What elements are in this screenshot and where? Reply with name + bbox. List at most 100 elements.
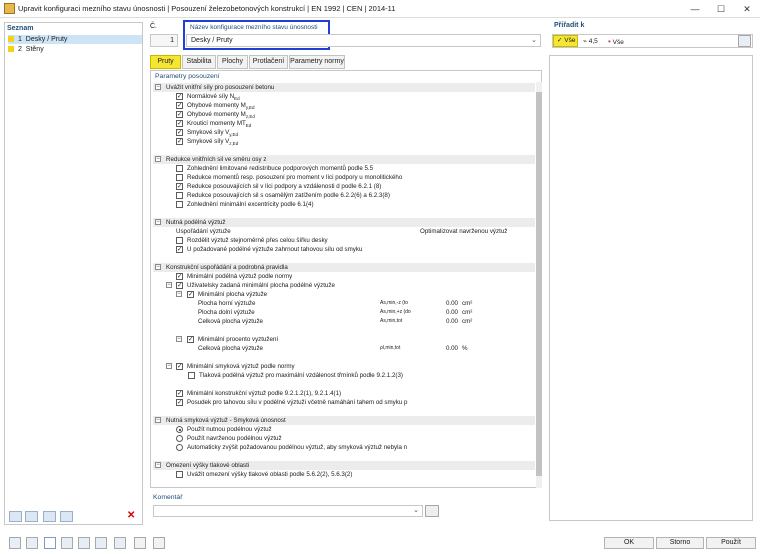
checkbox[interactable]: [176, 471, 183, 478]
comment-label: Komentář: [153, 494, 183, 501]
check-all-icon[interactable]: [43, 511, 56, 522]
checkbox[interactable]: [176, 237, 183, 244]
scrollbar-thumb[interactable]: [536, 92, 542, 476]
maximize-button[interactable]: ☐: [714, 2, 728, 16]
checkbox[interactable]: ✓: [176, 120, 183, 127]
radio[interactable]: [176, 426, 183, 433]
value-row: Plocha horní výztuže As,min,-z (to 0.00 cm²: [198, 299, 473, 308]
surface-all: • Vše: [608, 37, 624, 46]
collapse-icon[interactable]: −: [155, 462, 161, 468]
section-shear[interactable]: − Nutná smyková výztuž - Smyková únosnost: [153, 416, 535, 425]
number-format-icon[interactable]: [26, 537, 38, 549]
config-list-panel: Seznam 1 Desky / Pruty 2 Stěny: [4, 22, 143, 525]
collapse-icon[interactable]: −: [166, 363, 172, 369]
checkbox[interactable]: [188, 372, 195, 379]
comment-input[interactable]: ⌄: [153, 505, 423, 517]
tree-icon[interactable]: [61, 537, 73, 549]
value-field[interactable]: 0.00: [418, 308, 458, 317]
checkbox[interactable]: [176, 201, 183, 208]
app-icon: [4, 3, 15, 14]
tab-pruty[interactable]: Pruty: [150, 55, 181, 69]
section-reduction[interactable]: − Redukce vnitřních sil ve směru osy z: [153, 155, 535, 164]
select-objects-icon[interactable]: [738, 35, 751, 47]
value-field[interactable]: 0.00: [418, 299, 458, 308]
member-count: ⌁ 4,5: [583, 38, 598, 45]
checkbox[interactable]: ✓: [176, 390, 183, 397]
checkbox[interactable]: ✓: [176, 129, 183, 136]
applied-all-button[interactable]: ✓ Vše: [553, 35, 578, 47]
preview-panel: [549, 55, 753, 521]
close-button[interactable]: ✕: [740, 2, 754, 16]
cancel-button[interactable]: Storno: [656, 537, 704, 549]
checkbox[interactable]: ✓: [176, 282, 183, 289]
title-bar: Upravit konfiguraci mezního stavu únosno…: [0, 0, 760, 18]
checkbox[interactable]: ✓: [176, 93, 183, 100]
chevron-down-icon: ⌄: [413, 507, 419, 514]
formula-icon[interactable]: [153, 537, 165, 549]
checkbox[interactable]: [176, 174, 183, 181]
checkbox[interactable]: ✓: [176, 111, 183, 118]
ok-button[interactable]: OK: [604, 537, 654, 549]
tab-plochy[interactable]: Plochy: [217, 55, 248, 69]
radio[interactable]: [176, 435, 183, 442]
section-compression-zone[interactable]: − Omezení výšky tlakové oblasti: [153, 461, 535, 470]
minimize-button[interactable]: —: [688, 2, 702, 16]
checkbox[interactable]: ✓: [176, 399, 183, 406]
tab-stabilita[interactable]: Stabilita: [182, 55, 216, 69]
list-item[interactable]: 2 Stěny: [8, 45, 142, 54]
print-icon[interactable]: [114, 537, 126, 549]
checkbox[interactable]: ✓: [187, 336, 194, 343]
name-input[interactable]: Desky / Pruty ⌄: [186, 34, 541, 47]
no-field[interactable]: 1: [150, 34, 178, 47]
collapse-icon[interactable]: −: [176, 291, 182, 297]
list-item[interactable]: 1 Desky / Pruty: [8, 35, 142, 44]
collapse-icon[interactable]: −: [155, 264, 161, 270]
section-forces[interactable]: − Uvážit vnitřní síly pro posouzení beton…: [153, 83, 535, 92]
collapse-icon[interactable]: −: [176, 336, 182, 342]
color-swatch: [8, 36, 14, 42]
collapse-icon[interactable]: −: [166, 282, 172, 288]
radio[interactable]: [176, 444, 183, 451]
checkbox[interactable]: ✓: [176, 102, 183, 109]
checkbox[interactable]: ✓: [176, 363, 183, 370]
help-icon[interactable]: [9, 537, 21, 549]
checkbox[interactable]: ✓: [176, 183, 183, 190]
col-header-arrangement: Uspořádání výztuže: [176, 228, 231, 235]
value-row: Plocha dolní výztuže As,min,+z (do 0.00 cm²: [198, 308, 473, 317]
section-detailing[interactable]: − Konstrukční uspořádání a podrobná pravi…: [153, 263, 535, 272]
value-field[interactable]: 0.00: [418, 317, 458, 326]
col-header-optimize: Optimalizovat navrženou výztuž: [420, 228, 508, 235]
apply-button[interactable]: Použít: [706, 537, 756, 549]
comment-edit-icon[interactable]: [425, 505, 439, 517]
value-row: Celková plocha výztuže As,min,tot 0.00 cm²: [198, 317, 473, 326]
new-item-icon[interactable]: [9, 511, 22, 522]
collapse-icon[interactable]: −: [155, 84, 161, 90]
view-icon[interactable]: [95, 537, 107, 549]
list-header: Seznam: [7, 25, 34, 32]
reset-icon[interactable]: [134, 537, 146, 549]
applied-label: Přiřadit k: [554, 22, 585, 29]
name-label: Název konfigurace mezního stavu únosnost…: [190, 24, 318, 31]
tab-parametry-normy[interactable]: Parametry normy: [289, 55, 345, 69]
checkbox[interactable]: [176, 165, 183, 172]
checkbox[interactable]: ✓: [187, 291, 194, 298]
collapse-icon[interactable]: −: [155, 156, 161, 162]
chevron-down-icon: ⌄: [531, 37, 537, 44]
collapse-icon[interactable]: −: [155, 417, 161, 423]
collapse-icon[interactable]: −: [155, 219, 161, 225]
delete-icon[interactable]: ✕: [127, 511, 137, 521]
value-row: Celková plocha výztuže ρl,min,tot 0.00%: [198, 344, 468, 353]
check-icon[interactable]: [78, 537, 90, 549]
no-label: Č.: [150, 23, 157, 30]
copy-item-icon[interactable]: [25, 511, 38, 522]
checkbox[interactable]: ✓: [176, 273, 183, 280]
selection-icon[interactable]: [44, 537, 56, 549]
uncheck-icon[interactable]: [60, 511, 73, 522]
section-long-reinf[interactable]: − Nutná podélná výztuž: [153, 218, 535, 227]
window-title: Upravit konfiguraci mezního stavu únosno…: [18, 4, 396, 13]
checkbox[interactable]: [176, 192, 183, 199]
checkbox[interactable]: ✓: [176, 246, 183, 253]
value-field[interactable]: 0.00: [418, 344, 458, 353]
tab-protlaceni[interactable]: Protlačení: [249, 55, 288, 69]
checkbox[interactable]: ✓: [176, 138, 183, 145]
